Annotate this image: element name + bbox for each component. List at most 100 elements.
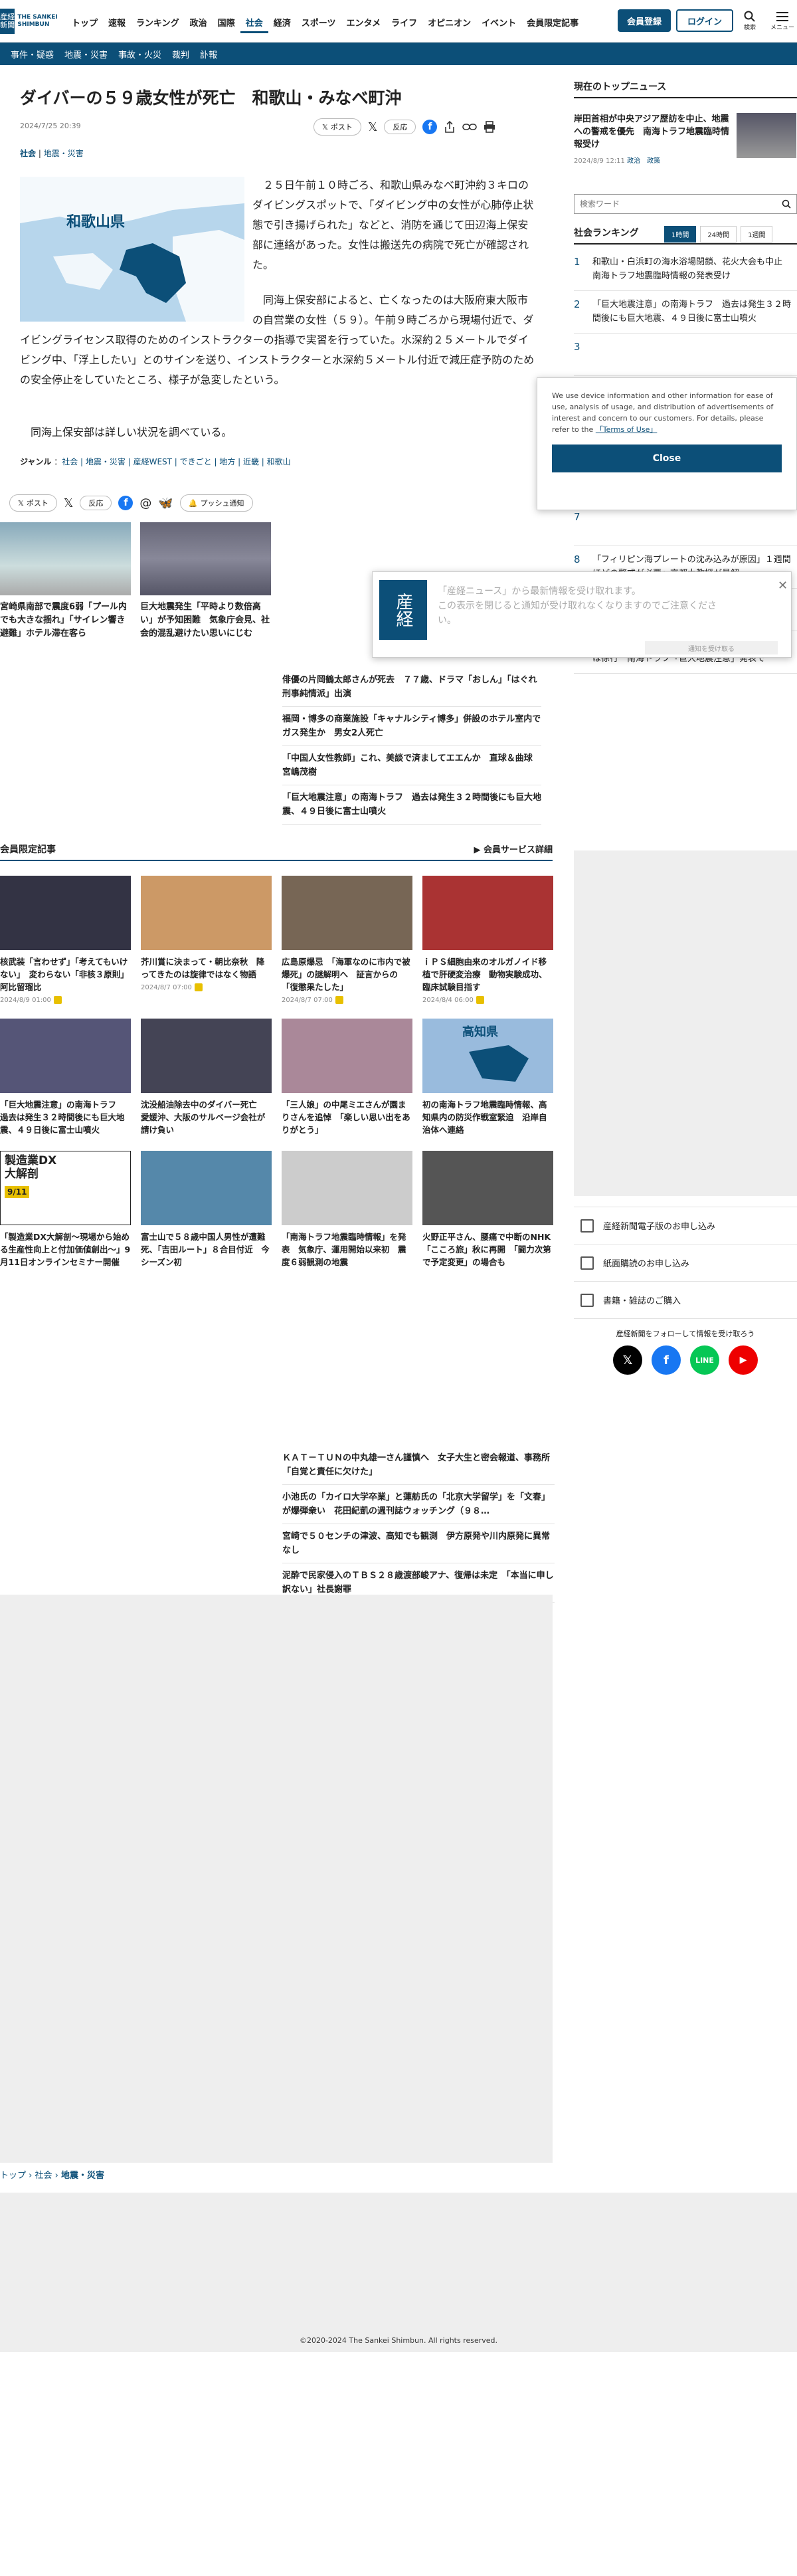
cookie-close-button[interactable]: Close	[552, 445, 782, 472]
nav-item[interactable]: ランキング	[131, 13, 185, 33]
dx-badge: 製造業DX 大解剖	[5, 1154, 57, 1181]
newspaper-icon	[580, 1256, 594, 1270]
nav-item[interactable]: エンタメ	[341, 13, 386, 33]
facebook-icon[interactable]: f	[652, 1345, 681, 1375]
menu-button[interactable]: メニュー	[770, 11, 794, 31]
service-link-digital[interactable]: 産経新聞電子版のお申し込み	[574, 1207, 797, 1244]
facebook-icon[interactable]: f	[422, 120, 438, 134]
category-main[interactable]: 社会	[20, 149, 36, 158]
logo-seal: 産経新聞	[0, 9, 15, 34]
share-icon[interactable]	[444, 120, 456, 134]
member-card[interactable]: 製造業DX 大解剖 9/11 「製造業DX大解剖〜現場から始める生産性向上と付加価値創…	[0, 1151, 131, 1268]
bell-icon: 🔔	[188, 498, 198, 508]
breadcrumb-item[interactable]: トップ	[0, 2171, 26, 2181]
nav-item[interactable]: 速報	[103, 13, 131, 33]
service-link-books[interactable]: 書籍・雑誌のご購入	[574, 1282, 797, 1319]
member-card[interactable]: 沈没船油除去中のダイバー死亡 愛媛沖、大阪のサルベージ会社が請け負い	[141, 1019, 272, 1136]
subnav-item[interactable]: 事故・火災	[113, 48, 167, 60]
member-card[interactable]: 「巨大地震注意」の南海トラフ 過去は発生３２時間後にも巨大地震、４９日後に富士山…	[0, 1019, 131, 1136]
member-card[interactable]: 火野正平さん、腰痛で中断のNHK「こころ旅」秋に再開 「闘力次第で予定変更」の場…	[422, 1151, 553, 1268]
subnav-item[interactable]: 訃報	[195, 48, 222, 60]
close-icon[interactable]: ✕	[778, 579, 788, 593]
nav-item[interactable]: 会員限定記事	[521, 13, 584, 33]
related-link[interactable]: 「巨大地震注意」の南海トラフ 過去は発生３２時間後にも巨大地震、４９日後に富士山…	[282, 785, 541, 825]
site-header: 産経新聞 THE SANKEI SHIMBUN トップ 速報 ランキング 政治 国際 社会…	[0, 0, 797, 43]
more-link[interactable]: 宮崎で５０センチの津波、高知でも観測 伊方原発や川内原発に異常なし	[282, 1524, 555, 1563]
members-more-link[interactable]: ▶ 会員サービス詳細	[474, 842, 553, 855]
more-link[interactable]: 小池氏の「カイロ大学卒業」と蓮舫氏の「北京大学留学」を「文春」が爆弾衆い 花田紀…	[282, 1485, 555, 1524]
threads-icon[interactable]: @	[139, 496, 151, 510]
sidebar-ad	[574, 850, 797, 1196]
map-label: 和歌山県	[66, 214, 126, 231]
nav-item[interactable]: 経済	[268, 13, 296, 33]
related-card[interactable]: 巨大地震発生「平時より数倍高い」が予知困難 気象庁会見、社会的混乱避けたい思いに…	[140, 522, 271, 641]
tab-24hours[interactable]: 24時間	[700, 226, 737, 243]
related-card[interactable]: 宮崎県南部で震度6弱「プール内でも大きな揺れ」「サイレン響き避難」ホテル滞在客ら	[0, 522, 131, 641]
member-card[interactable]: 芥川賞に決まって・朝比奈秋 降ってきたのは旋律ではなく物語 2024/8/7 07…	[141, 876, 272, 1004]
breadcrumb-item[interactable]: 地震・災害	[61, 2171, 104, 2181]
nav-item[interactable]: トップ	[66, 13, 103, 33]
terms-link[interactable]: 「Terms of Use」	[596, 425, 658, 434]
member-card[interactable]: 核武装「言わせず」「考えてもいけない」 変わらない「非核３原則」 阿比留瑠比 20…	[0, 876, 133, 1004]
footer-ad-area	[0, 2193, 797, 2352]
subnav-item[interactable]: 裁判	[167, 48, 195, 60]
member-card[interactable]: 「三人娘」の中尾ミエさんが園まりさんを追悼 「楽しい思い出をありがとう」	[282, 1019, 412, 1136]
bluesky-icon[interactable]: 🦋	[158, 496, 173, 510]
print-icon[interactable]	[484, 121, 495, 133]
nav-item[interactable]: ライフ	[386, 13, 422, 33]
nav-item[interactable]: オピニオン	[422, 13, 476, 33]
related-link[interactable]: 俳優の片岡鶴太郎さんが死去 ７７歳、ドラマ「おしん」「はぐれ刑事純情派」出演	[282, 668, 541, 707]
nav-item[interactable]: スポーツ	[296, 13, 341, 33]
tab-1week[interactable]: 1週間	[741, 226, 773, 243]
ranking-item[interactable]: 2 「巨大地震注意」の南海トラフ 過去は発生３２時間後にも巨大地震、４９日後に富士…	[574, 291, 797, 334]
react-button-bottom[interactable]: 𝕏 反応	[63, 494, 112, 512]
link-icon[interactable]	[462, 122, 478, 132]
nav-item[interactable]: 社会	[240, 13, 268, 33]
subnav-item[interactable]: 事件・疑惑	[5, 48, 59, 60]
category-sub[interactable]: 地震・災害	[44, 149, 84, 158]
notify-accept-button[interactable]: 通知を受け取る	[645, 641, 778, 654]
react-button[interactable]: 𝕏 反応	[367, 118, 416, 136]
sidebar-search-button[interactable]	[776, 195, 796, 213]
related-link[interactable]: 福岡・博多の商業施設「キャナルシティ博多」併設のホテル室内でガス発生か 男女2人…	[282, 707, 541, 746]
member-card[interactable]: 広島原爆忌 「海軍なのに市内で被爆死」の謎解明へ 証言からの「復懲果たした」 20…	[282, 876, 412, 1004]
search-button[interactable]: 検索	[744, 11, 756, 31]
search-input[interactable]	[575, 195, 776, 213]
tab-1hour[interactable]: 1時間	[664, 226, 697, 243]
nav-item[interactable]: 国際	[213, 13, 240, 33]
member-card[interactable]: 「南海トラフ地震臨時情報」を発表 気象庁、運用開始以来初 震度６弱観測の地震	[282, 1151, 412, 1268]
services-box: 産経新聞電子版のお申し込み 紙面購読のお申し込み 書籍・雑誌のご購入 産経新聞を…	[574, 1207, 797, 1375]
member-card[interactable]: ｉＰＳ細胞由来のオルガノイド移植で肝硬変治療 動物実験成功、臨床試験目指す 202…	[422, 876, 553, 1004]
line-icon[interactable]: LINE	[690, 1345, 719, 1375]
member-card-date: 2024/8/9 01:00	[0, 996, 131, 1004]
ranking-text: 和歌山・白浜町の海水浴場閉鎖、花火大会も中止 南海トラフ地震臨時情報の発表受け	[592, 257, 792, 281]
cookie-text: We use device information and other info…	[552, 391, 774, 434]
genre-links[interactable]: 社会 | 地震・災害 | 産経WEST | できごと | 地方 | 近畿 | 和…	[62, 457, 290, 466]
more-link[interactable]: ＫＡＴ－ＴＵＮの中丸雄一さん謹慎へ 女子大生と密会報道、事務所「自覚と責任に欠け…	[282, 1446, 555, 1485]
youtube-icon[interactable]: ▶	[729, 1345, 758, 1375]
x-post-button[interactable]: 𝕏 ポスト	[313, 118, 361, 136]
ranking-title: 社会ランキング	[574, 228, 639, 239]
related-link[interactable]: 「中国人女性教師」これ、美談で済ましてエエんか 直球＆曲球 宮嶋茂樹	[282, 746, 541, 785]
member-card[interactable]: 富士山で５８歳中国人男性が遭難死、「吉田ルート」８合目付近 今シーズン初	[141, 1151, 272, 1268]
push-notify-button[interactable]: 🔔 プッシュ通知	[179, 494, 253, 512]
nav-item[interactable]: イベント	[476, 13, 521, 33]
x-post-button-bottom[interactable]: 𝕏 ポスト	[9, 494, 57, 512]
register-button[interactable]: 会員登録	[618, 9, 671, 32]
ranking-item[interactable]: 3	[574, 334, 797, 376]
breadcrumb-item[interactable]: 社会	[35, 2171, 52, 2181]
login-button[interactable]: ログイン	[676, 9, 733, 32]
members-grid: 核武装「言わせず」「考えてもいけない」 変わらない「非核３原則」 阿比留瑠比 20…	[0, 876, 553, 1279]
top-news-item[interactable]: 岸田首相が中央アジア歴訪を中止、地震への警戒を優先 南海トラフ地震臨時情報受け …	[574, 113, 797, 165]
sankei-logo[interactable]: 産経新聞 THE SANKEI SHIMBUN	[0, 5, 61, 37]
x-icon[interactable]: 𝕏	[613, 1345, 642, 1375]
service-link-paper[interactable]: 紙面購読のお申し込み	[574, 1244, 797, 1282]
nav-item[interactable]: 政治	[185, 13, 213, 33]
follow-text: 産経新聞をフォローして情報を受け取ろう	[616, 1330, 755, 1338]
member-card[interactable]: 高知県 初の南海トラフ地震臨時情報、高知県内の防災作戦室緊迫 沿岸自治体へ連絡	[422, 1019, 553, 1136]
more-links: ＫＡＴ－ＴＵＮの中丸雄一さん謹慎へ 女子大生と密会報道、事務所「自覚と責任に欠け…	[282, 1446, 555, 1603]
subnav-item[interactable]: 地震・災害	[59, 48, 113, 60]
notify-logo: 産経	[379, 580, 427, 640]
ranking-item[interactable]: 1 和歌山・白浜町の海水浴場閉鎖、花火大会も中止 南海トラフ地震臨時情報の発表受け	[574, 248, 797, 291]
facebook-icon[interactable]: f	[118, 496, 133, 510]
